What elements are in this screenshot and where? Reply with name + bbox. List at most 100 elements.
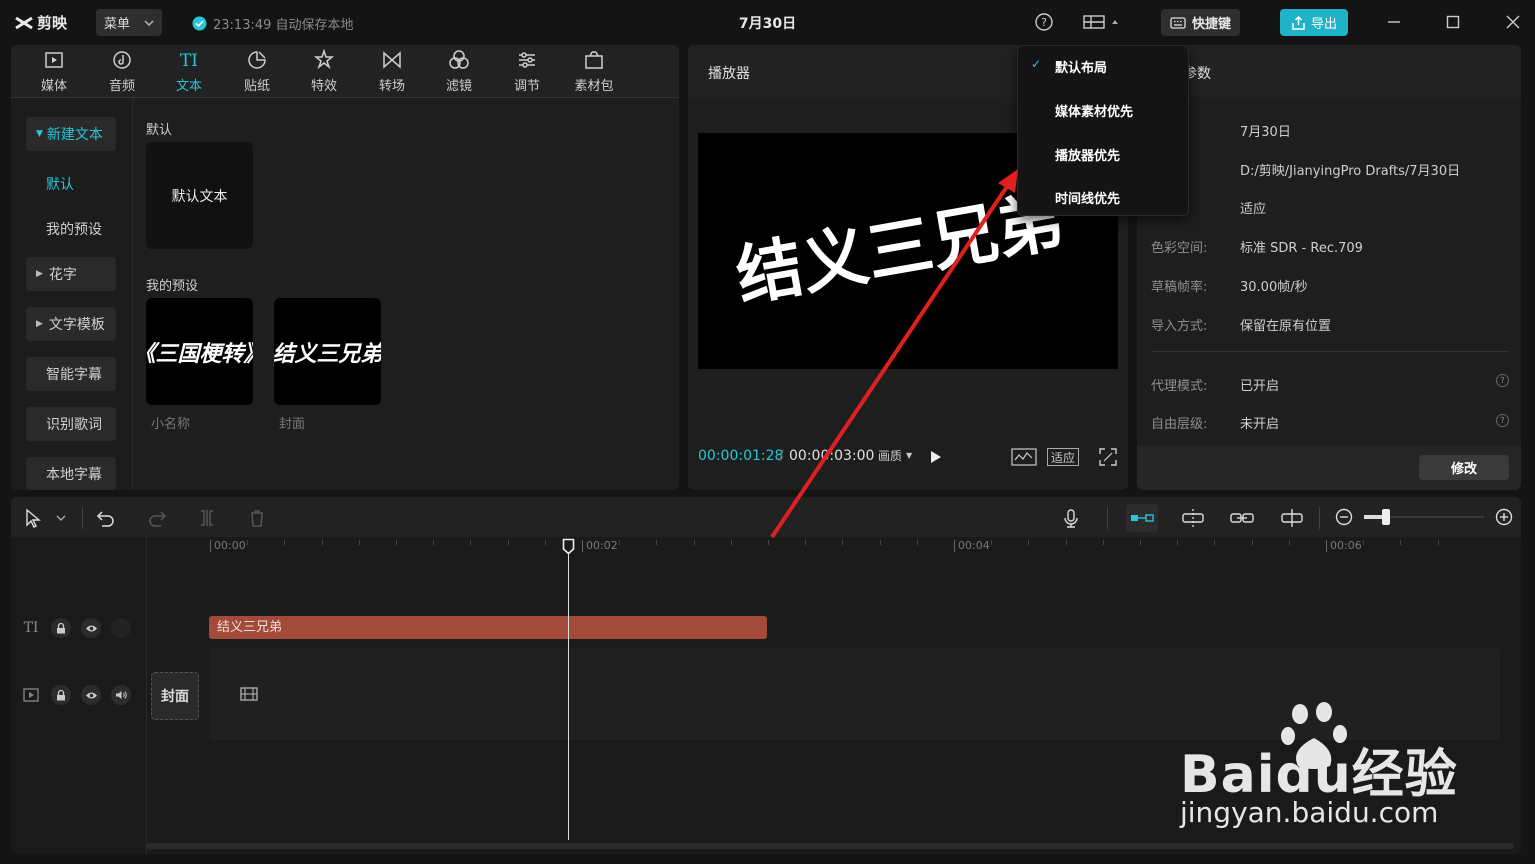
tab-effects[interactable]: 特效 [294, 45, 354, 97]
layout-menu-item-default[interactable]: 默认布局 [1055, 57, 1107, 76]
audio-icon [113, 50, 131, 69]
video-track-visibility-button[interactable] [81, 685, 101, 705]
zoom-in-button[interactable] [1494, 507, 1514, 527]
help-button[interactable]: ? [1034, 12, 1054, 32]
sidebar-fancy[interactable]: ▶ 花字 [26, 257, 116, 291]
effects-icon [313, 48, 335, 69]
property-label: 自由层级: [1151, 417, 1208, 432]
tab-sticker[interactable]: 贴纸 [227, 45, 287, 97]
preset-card-1-caption: 小名称 [151, 417, 191, 432]
zoom-out-button[interactable] [1334, 507, 1354, 527]
tab-media[interactable]: 媒体 [24, 45, 84, 97]
text-clip[interactable]: 结义三兄弟 [209, 616, 767, 639]
undo-button[interactable] [95, 507, 117, 529]
zoom-slider-knob[interactable] [1382, 509, 1390, 525]
ruler-tick [619, 540, 621, 545]
transition-icon [383, 50, 401, 69]
video-track-lock-button[interactable] [51, 685, 71, 705]
preset-card-1[interactable]: 《三国梗转》 [146, 298, 253, 405]
section-default-title: 默认 [146, 123, 173, 138]
linkage-button[interactable] [1180, 507, 1206, 529]
baidu-watermark: Baidu经验 jingyan.baidu.com [1180, 702, 1510, 836]
preset-card-2-text: 结义三兄弟 [274, 341, 381, 367]
ruler-tick [1288, 540, 1290, 545]
link-button[interactable] [1229, 507, 1255, 529]
video-track-icon [22, 687, 40, 703]
shortcut-button[interactable]: 快捷键 [1161, 9, 1240, 36]
package-icon [585, 50, 603, 69]
preset-card-2[interactable]: 结义三兄弟 [274, 298, 381, 405]
tab-label: 媒体 [40, 78, 67, 94]
section-preset-title: 我的预设 [146, 279, 199, 294]
maximize-button[interactable] [1443, 12, 1463, 32]
redo-button[interactable] [146, 507, 168, 529]
fullscreen-button[interactable] [1099, 448, 1117, 466]
ruler-tick [470, 540, 472, 545]
ruler-tick [582, 540, 583, 552]
split-button[interactable] [196, 507, 218, 529]
redo-icon [149, 511, 167, 527]
ruler-tick [1251, 540, 1253, 545]
zoom-out-icon [1335, 508, 1353, 526]
ruler-tick [1363, 540, 1365, 545]
sidebar-new-text[interactable]: ▼ 新建文本 [26, 117, 116, 151]
text-track-visibility-button[interactable] [81, 618, 101, 638]
cover-button[interactable]: 封面 [151, 672, 199, 720]
title-bar: 剪映 菜单 23:13:49 自动保存本地 7月30日 ? 快捷键 导出 [0, 0, 1535, 44]
ruler-tick [507, 540, 509, 545]
eye-icon [85, 625, 97, 631]
caret-right-icon: ▶ [36, 319, 43, 329]
sidebar-lyrics[interactable]: 识别歌词 [26, 407, 116, 441]
text-track-icon: TI [23, 620, 39, 636]
video-track-mute-button[interactable] [111, 685, 131, 705]
default-text-card[interactable]: 默认文本 [146, 142, 253, 249]
timeline-scrollbar[interactable] [147, 843, 1514, 849]
proxy-help-icon[interactable]: ? [1496, 374, 1509, 387]
playhead-handle[interactable] [562, 538, 575, 555]
property-value: 未开启 [1240, 417, 1280, 432]
sidebar-smart-caption[interactable]: 智能字幕 [26, 357, 116, 391]
layout-menu-item-player[interactable]: 播放器优先 [1055, 145, 1120, 164]
sidebar-item-default[interactable]: 默认 [46, 174, 74, 194]
tab-label: 贴纸 [243, 78, 270, 94]
ruler-tick [656, 540, 658, 545]
sidebar-template[interactable]: ▶ 文字模板 [26, 307, 116, 341]
close-button[interactable] [1503, 12, 1523, 32]
tab-package[interactable]: 素材包 [564, 45, 624, 97]
text-track-lock-button[interactable] [51, 618, 71, 638]
delete-button[interactable] [246, 507, 268, 529]
tab-filter[interactable]: 滤镜 [429, 45, 489, 97]
preview-axis-button[interactable] [1279, 507, 1305, 529]
layout-menu-item-timeline[interactable]: 时间线优先 [1055, 188, 1120, 207]
tab-text[interactable]: TI 文本 [159, 45, 219, 97]
record-button[interactable] [1060, 507, 1082, 529]
maximize-icon [1446, 15, 1460, 29]
speaker-icon [116, 691, 127, 699]
toolbar-separator [1107, 507, 1108, 529]
eye-icon [85, 692, 97, 698]
auto-snap-button[interactable] [1126, 504, 1158, 532]
modify-button[interactable]: 修改 [1419, 455, 1509, 480]
adjust-icon [519, 51, 535, 68]
text-track-placeholder [111, 618, 131, 638]
toolbar-separator [82, 507, 83, 529]
tab-adjust[interactable]: 调节 [497, 45, 557, 97]
ruler-tick [1437, 540, 1439, 545]
tab-label: 调节 [513, 78, 540, 94]
fullscreen-icon [1099, 448, 1117, 466]
export-button[interactable]: 导出 [1280, 9, 1348, 36]
fit-ratio-button[interactable]: 适应 [1047, 448, 1079, 466]
select-tool-button[interactable] [22, 507, 70, 529]
playhead-line [568, 550, 569, 840]
layer-help-icon[interactable]: ? [1496, 414, 1509, 427]
tab-transition[interactable]: 转场 [362, 45, 422, 97]
ruler-tick [433, 540, 435, 545]
sidebar-item-my-preset[interactable]: 我的预设 [46, 219, 102, 239]
tab-label: 文本 [175, 78, 202, 94]
layout-menu-item-media[interactable]: 媒体素材优先 [1055, 101, 1133, 120]
tab-audio[interactable]: 音频 [92, 45, 152, 97]
sidebar-local-caption[interactable]: 本地字幕 [26, 457, 116, 490]
minimize-button[interactable] [1384, 12, 1404, 32]
layout-button[interactable] [1080, 12, 1124, 32]
lock-icon [57, 689, 65, 700]
